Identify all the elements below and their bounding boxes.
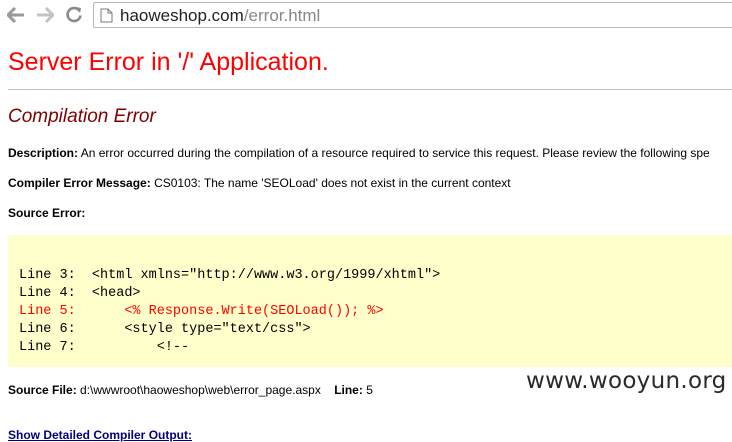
description-row: Description: An error occurred during th… [8,146,710,160]
compiler-message-row: Compiler Error Message: CS0103: The name… [8,176,511,190]
code-line-error: Line 5: <% Response.Write(SEOLoad()); %> [19,304,384,319]
back-button[interactable] [5,4,27,26]
source-error-row: Source Error: [8,206,85,220]
code-line: Line 7: <!-- [19,340,190,355]
divider [8,89,732,90]
url-text[interactable]: haoweshop.com/error.html [120,6,320,26]
forward-button[interactable] [34,4,56,26]
line-value: 5 [366,383,373,397]
source-code: Line 3: <html xmlns="http://www.w3.org/1… [19,267,440,357]
compiler-message-text: CS0103: The name 'SEOLoad' does not exis… [154,176,511,190]
source-file-value: d:\wwwroot\haoweshop\web\error_page.aspx [80,383,321,397]
page-title: Server Error in '/' Application. [8,48,329,76]
source-code-box: Line 3: <html xmlns="http://www.w3.org/1… [8,235,732,367]
compiler-message-label: Compiler Error Message: [8,176,151,190]
description-label: Description: [8,146,79,160]
browser-toolbar: haoweshop.com/error.html [0,0,732,30]
code-line: Line 3: <html xmlns="http://www.w3.org/1… [19,268,441,283]
address-bar[interactable]: haoweshop.com/error.html [93,2,732,28]
reload-icon [66,6,82,23]
reload-button[interactable] [63,4,85,26]
page-icon [100,8,113,23]
source-error-label: Source Error: [8,206,86,220]
forward-arrow-icon [37,7,54,23]
code-line: Line 6: <style type="text/css"> [19,322,311,337]
back-arrow-icon [7,7,24,23]
error-type-heading: Compilation Error [8,106,156,127]
code-line: Line 4: <head> [19,286,141,301]
source-file-row: Source File: d:\wwwroot\haoweshop\web\er… [8,383,373,397]
watermark: www.wooyun.org [526,368,727,394]
description-text: An error occurred during the compilation… [80,146,710,160]
url-path: /error.html [243,6,321,25]
url-host: haoweshop.com [120,6,244,25]
source-file-label: Source File: [8,383,77,397]
line-label: Line: [334,383,363,397]
